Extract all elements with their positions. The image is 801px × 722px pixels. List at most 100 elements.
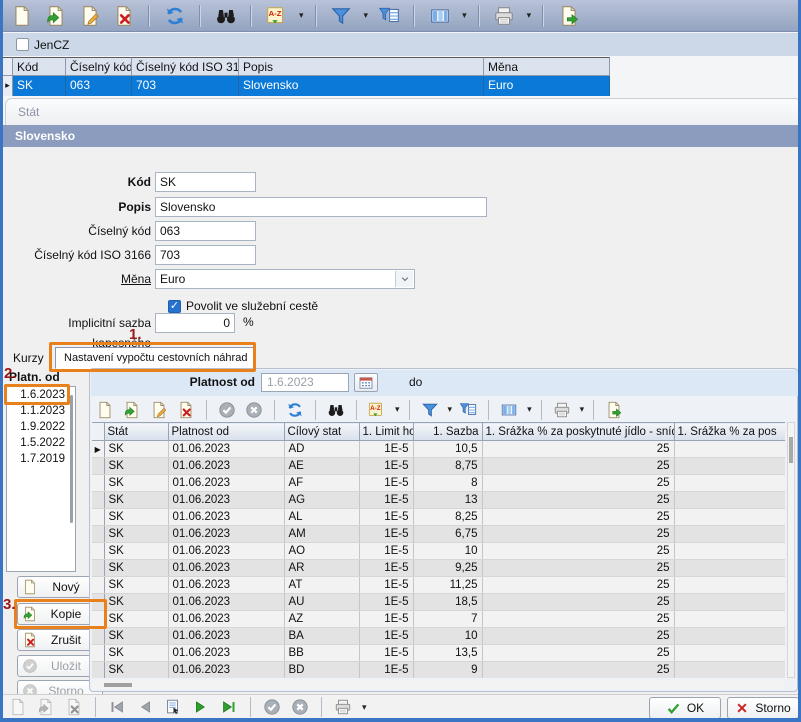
rates-hscrollbar[interactable] bbox=[92, 681, 785, 689]
mena-label[interactable]: Měna bbox=[17, 269, 151, 289]
validity-item[interactable]: 1.5.2022 bbox=[7, 435, 75, 451]
rates-cell[interactable]: SK bbox=[104, 543, 168, 560]
rates-row[interactable]: SK01.06.2023BA1E-51025 bbox=[92, 628, 785, 645]
print-icon[interactable] bbox=[551, 399, 573, 421]
rates-cell[interactable]: 1E-5 bbox=[359, 543, 413, 560]
delete-icon[interactable] bbox=[175, 399, 197, 421]
rates-row[interactable]: SK01.06.2023AU1E-518,525 bbox=[92, 594, 785, 611]
rates-cell[interactable]: 8,25 bbox=[413, 509, 482, 526]
rates-cell[interactable]: BB bbox=[284, 645, 359, 662]
rates-cell[interactable]: 1E-5 bbox=[359, 611, 413, 628]
rates-cell[interactable]: 01.06.2023 bbox=[168, 543, 284, 560]
kod-field[interactable]: SK bbox=[155, 172, 256, 192]
rates-cell[interactable]: 9 bbox=[413, 662, 482, 679]
filter-icon[interactable] bbox=[328, 2, 355, 29]
cancel-icon[interactable] bbox=[289, 696, 311, 718]
rates-cell[interactable] bbox=[674, 475, 785, 492]
column-header-mena[interactable]: Měna bbox=[484, 57, 610, 76]
rates-cell[interactable]: 1E-5 bbox=[359, 526, 413, 543]
rates-vscrollbar[interactable] bbox=[787, 422, 795, 678]
rates-cell[interactable]: 01.06.2023 bbox=[168, 441, 284, 458]
rates-row[interactable]: SK01.06.2023AL1E-58,2525 bbox=[92, 509, 785, 526]
rates-row[interactable]: SK01.06.2023AT1E-511,2525 bbox=[92, 577, 785, 594]
rates-cell[interactable]: SK bbox=[104, 560, 168, 577]
rates-cell[interactable]: AU bbox=[284, 594, 359, 611]
rates-cell[interactable]: 13 bbox=[413, 492, 482, 509]
sort-az-icon[interactable] bbox=[366, 399, 388, 421]
filter-values-icon[interactable] bbox=[457, 399, 479, 421]
rates-cell[interactable]: SK bbox=[104, 628, 168, 645]
rates-cell[interactable]: BD bbox=[284, 662, 359, 679]
rates-cell[interactable]: AL bbox=[284, 509, 359, 526]
footer-storno-button[interactable]: Storno bbox=[727, 697, 799, 719]
rates-cell[interactable]: SK bbox=[104, 509, 168, 526]
chevron-down-icon[interactable] bbox=[395, 271, 413, 287]
rates-cell[interactable]: 25 bbox=[482, 645, 674, 662]
rates-cell[interactable]: 1E-5 bbox=[359, 628, 413, 645]
validity-item[interactable]: 1.1.2023 bbox=[7, 403, 75, 419]
rates-cell[interactable]: SK bbox=[104, 662, 168, 679]
rates-cell[interactable]: 10,5 bbox=[413, 441, 482, 458]
new-icon[interactable] bbox=[94, 399, 116, 421]
cell-popis[interactable]: Slovensko bbox=[239, 76, 484, 96]
columns-dropdown-icon[interactable]: ▾ bbox=[462, 10, 467, 21]
rates-cell[interactable]: 25 bbox=[482, 441, 674, 458]
iso-field[interactable]: 703 bbox=[155, 245, 256, 265]
columns-icon[interactable] bbox=[426, 2, 453, 29]
rates-cell[interactable] bbox=[674, 662, 785, 679]
print-dropdown-icon[interactable]: ▾ bbox=[527, 10, 532, 21]
new-icon[interactable] bbox=[7, 696, 29, 718]
search-icon[interactable] bbox=[325, 399, 347, 421]
rates-cell[interactable]: 25 bbox=[482, 611, 674, 628]
column-header-kod[interactable]: Kód bbox=[13, 57, 66, 76]
rates-cell[interactable]: 9,25 bbox=[413, 560, 482, 577]
rates-cell[interactable]: 25 bbox=[482, 560, 674, 577]
rates-cell[interactable]: 1E-5 bbox=[359, 458, 413, 475]
rates-column-header[interactable]: Stát bbox=[104, 423, 168, 441]
export-icon[interactable] bbox=[603, 399, 625, 421]
rates-cell[interactable]: 25 bbox=[482, 492, 674, 509]
accept-icon[interactable] bbox=[261, 696, 283, 718]
rates-cell[interactable]: 13,5 bbox=[413, 645, 482, 662]
rates-cell[interactable]: 1E-5 bbox=[359, 492, 413, 509]
rates-row[interactable]: SK01.06.2023AZ1E-5725 bbox=[92, 611, 785, 628]
mena-select[interactable]: Euro bbox=[155, 269, 415, 289]
rates-cell[interactable]: 01.06.2023 bbox=[168, 662, 284, 679]
pocket-rate-field[interactable]: 0 bbox=[155, 313, 235, 333]
rates-cell[interactable]: AD bbox=[284, 441, 359, 458]
rates-cell[interactable]: 01.06.2023 bbox=[168, 458, 284, 475]
rates-cell[interactable]: SK bbox=[104, 492, 168, 509]
rates-cell[interactable]: SK bbox=[104, 645, 168, 662]
rates-column-header[interactable]: 1. Sazba bbox=[413, 423, 482, 441]
tab-settings[interactable]: Nastavení vypočtu cestovních náhrad bbox=[55, 347, 256, 369]
rates-cell[interactable]: 25 bbox=[482, 475, 674, 492]
rates-cell[interactable]: 6,75 bbox=[413, 526, 482, 543]
cell-ciselny-kod[interactable]: 063 bbox=[66, 76, 132, 96]
rates-cell[interactable]: 25 bbox=[482, 662, 674, 679]
scrollbar-thumb[interactable] bbox=[70, 395, 73, 523]
column-header-popis[interactable]: Popis bbox=[239, 57, 484, 76]
rates-cell[interactable] bbox=[674, 492, 785, 509]
rates-cell[interactable]: SK bbox=[104, 594, 168, 611]
print-icon[interactable] bbox=[332, 696, 354, 718]
rates-cell[interactable]: SK bbox=[104, 611, 168, 628]
rates-cell[interactable]: 10 bbox=[413, 543, 482, 560]
rates-cell[interactable]: AO bbox=[284, 543, 359, 560]
allow-checkbox[interactable]: ✓ bbox=[168, 300, 181, 313]
rates-cell[interactable]: 1E-5 bbox=[359, 560, 413, 577]
print-dropdown-icon[interactable]: ▾ bbox=[580, 404, 585, 415]
rates-cell[interactable]: 25 bbox=[482, 594, 674, 611]
cancel-icon[interactable] bbox=[243, 399, 265, 421]
rates-cell[interactable]: 1E-5 bbox=[359, 475, 413, 492]
rates-cell[interactable]: 01.06.2023 bbox=[168, 492, 284, 509]
first-record-icon[interactable] bbox=[106, 696, 128, 718]
rates-cell[interactable]: 11,25 bbox=[413, 577, 482, 594]
rates-column-header[interactable]: Cílový stat bbox=[284, 423, 359, 441]
rates-row[interactable]: ▶SK01.06.2023AD1E-510,525 bbox=[92, 441, 785, 458]
rates-cell[interactable]: BA bbox=[284, 628, 359, 645]
rates-cell[interactable]: 1E-5 bbox=[359, 509, 413, 526]
rates-cell[interactable]: AG bbox=[284, 492, 359, 509]
rates-cell[interactable]: 18,5 bbox=[413, 594, 482, 611]
copy-icon[interactable] bbox=[35, 696, 57, 718]
rates-row[interactable]: SK01.06.2023AR1E-59,2525 bbox=[92, 560, 785, 577]
